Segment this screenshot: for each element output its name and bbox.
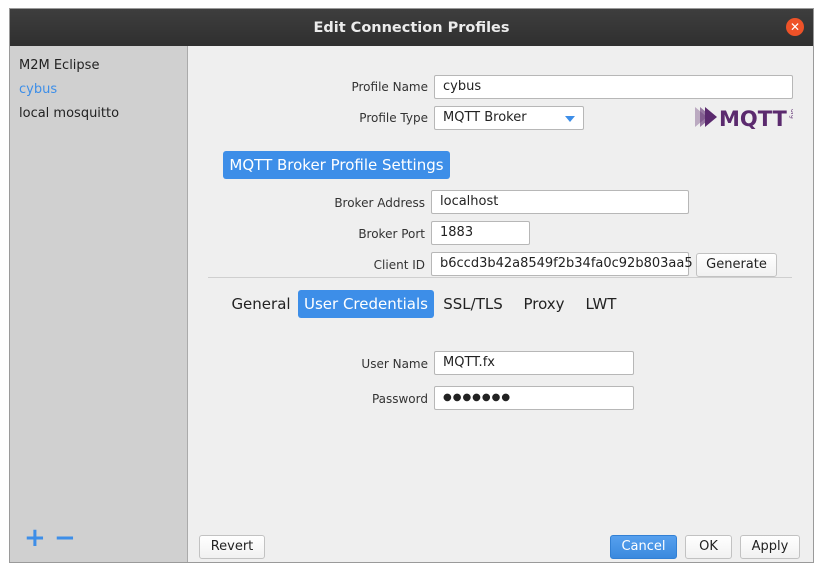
- username-label: User Name: [361, 357, 428, 371]
- broker-port-input[interactable]: 1883: [431, 221, 530, 245]
- edit-connection-profiles-window: Edit Connection Profiles ✕ M2M Eclipse c…: [9, 8, 814, 563]
- password-label: Password: [371, 392, 428, 406]
- broker-settings-section-title: MQTT Broker Profile Settings: [223, 151, 450, 179]
- window-title: Edit Connection Profiles: [313, 19, 510, 36]
- password-input[interactable]: ●●●●●●●: [434, 386, 634, 410]
- username-input[interactable]: MQTT.fx: [434, 351, 634, 375]
- profile-name-label: Profile Name: [351, 80, 428, 94]
- profile-list-sidebar: M2M Eclipse cybus local mosquitto + −: [10, 46, 188, 562]
- tab-lwt[interactable]: LWT: [578, 290, 624, 318]
- client-id-input[interactable]: b6ccd3b42a8549f2b34fa0c92b803aa5: [431, 252, 693, 276]
- tab-general[interactable]: General: [228, 290, 294, 318]
- broker-address-label: Broker Address: [334, 196, 425, 210]
- cancel-button[interactable]: Cancel: [610, 535, 677, 559]
- sidebar-item-cybus[interactable]: cybus: [19, 82, 57, 97]
- apply-button[interactable]: Apply: [740, 535, 800, 559]
- revert-button[interactable]: Revert: [199, 535, 265, 559]
- profile-name-input[interactable]: cybus: [434, 75, 793, 99]
- tab-user-credentials[interactable]: User Credentials: [298, 290, 434, 318]
- minus-icon[interactable]: −: [54, 525, 76, 551]
- tab-ssl-tls[interactable]: SSL/TLS: [438, 290, 508, 318]
- divider: [208, 277, 792, 278]
- profile-type-label: Profile Type: [359, 111, 428, 125]
- mqtt-logo: MQTT org: [695, 107, 793, 130]
- logo-text: MQTT: [719, 107, 788, 130]
- chevron-down-icon: [565, 116, 575, 122]
- profile-settings-panel: Profile Name cybus Profile Type MQTT Bro…: [188, 46, 813, 562]
- client-id-label: Client ID: [373, 258, 425, 272]
- ok-button[interactable]: OK: [685, 535, 732, 559]
- tab-proxy[interactable]: Proxy: [516, 290, 572, 318]
- profile-type-value: MQTT Broker: [443, 110, 527, 125]
- plus-icon[interactable]: +: [24, 525, 46, 551]
- generate-button[interactable]: Generate: [696, 253, 777, 277]
- broker-address-input[interactable]: localhost: [431, 190, 689, 214]
- broker-port-label: Broker Port: [358, 227, 425, 241]
- logo-small-text: org: [789, 109, 793, 119]
- close-icon[interactable]: ✕: [786, 18, 804, 36]
- title-bar: Edit Connection Profiles ✕: [10, 9, 813, 46]
- sidebar-item-local-mosquitto[interactable]: local mosquitto: [19, 106, 119, 121]
- sidebar-item-m2m-eclipse[interactable]: M2M Eclipse: [19, 58, 99, 73]
- profile-type-select[interactable]: MQTT Broker: [434, 106, 584, 130]
